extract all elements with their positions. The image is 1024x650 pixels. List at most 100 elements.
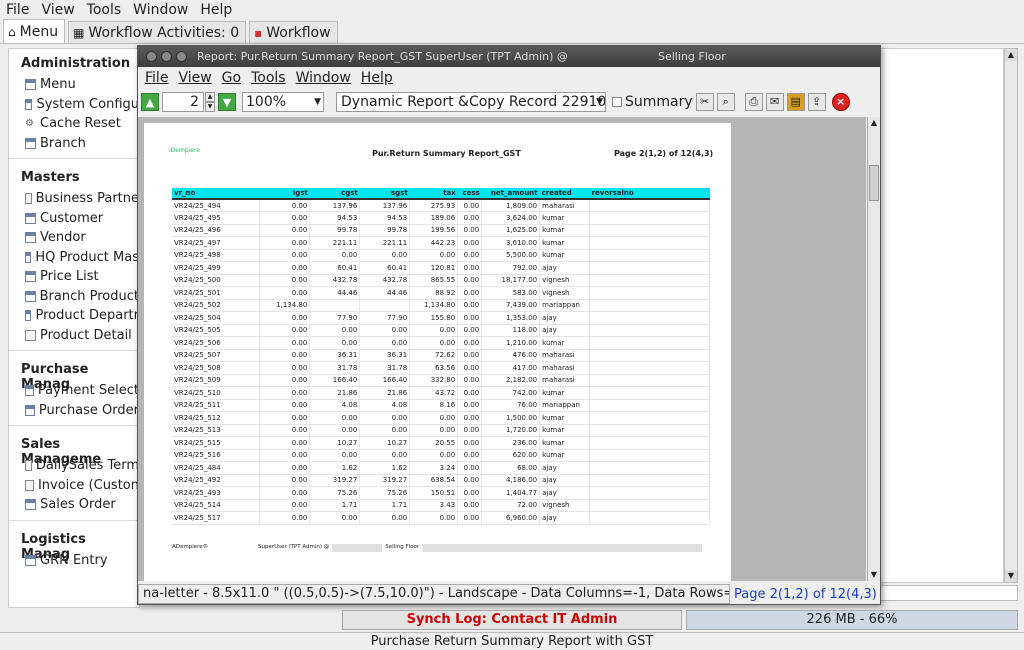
sidebar-item[interactable]: ⚙ Cache Reset xyxy=(9,114,139,134)
sidebar-item-label: Branch xyxy=(40,135,86,151)
close-report-icon[interactable]: × xyxy=(831,93,850,111)
sidebar-item[interactable]: Customer xyxy=(9,209,139,229)
table-cell-net-amount: 6,960.00 xyxy=(481,511,541,525)
table-cell-cess: 0.00 xyxy=(457,436,483,450)
minimize-window-icon[interactable] xyxy=(161,51,172,62)
report-menu-help[interactable]: Help xyxy=(356,70,398,86)
table-row: VR24/25_512 0.00 0.00 0.00 0.00 0.00 1,500.00 k… xyxy=(172,411,710,425)
table-cell-tax: 0.00 xyxy=(409,449,459,462)
tab-workflow[interactable]: ▪ Workflow xyxy=(249,21,338,43)
menu-help[interactable]: Help xyxy=(194,2,238,18)
sidebar-section-title[interactable]: Purchase Manag xyxy=(9,355,139,392)
report-menu-view[interactable]: View xyxy=(173,70,216,86)
print-icon[interactable]: ⎙ xyxy=(744,93,763,111)
scroll-up-icon[interactable]: ▲ xyxy=(868,117,880,129)
column-header-created: created xyxy=(539,188,590,200)
menu-file[interactable]: File xyxy=(0,2,35,18)
page-spinner[interactable]: ▲ ▼ xyxy=(205,92,215,112)
close-window-icon[interactable] xyxy=(146,51,157,62)
sidebar-item[interactable]: HQ Product Mas xyxy=(9,248,139,268)
scroll-down-icon[interactable]: ▼ xyxy=(1005,570,1017,582)
tab-menu[interactable]: ⌂ Menu xyxy=(3,19,66,43)
table-cell-cgst: 0.00 xyxy=(309,411,361,425)
window-icon xyxy=(25,79,36,91)
send-mail-icon[interactable]: ✉ xyxy=(765,93,784,111)
checkbox-icon[interactable] xyxy=(612,97,622,107)
sidebar-item[interactable]: Branch xyxy=(9,134,139,154)
table-cell-cgst: 0.00 xyxy=(309,424,361,437)
summary-checkbox[interactable]: Summary xyxy=(612,94,693,110)
sidebar-section-title[interactable]: Sales Manageme xyxy=(9,430,139,467)
sidebar-item-label: HQ Product Mas xyxy=(35,249,139,265)
report-menu-window[interactable]: Window xyxy=(291,70,356,86)
previous-page-icon[interactable]: ▲ xyxy=(141,93,159,111)
table-cell-sgst: 1.62 xyxy=(359,461,411,475)
sidebar-item[interactable]: Product Departr xyxy=(9,306,139,326)
table-cell-tax: 199.56 xyxy=(409,224,459,237)
sidebar-section-title[interactable]: Logistics Manag xyxy=(9,525,139,562)
table-cell-tax: 0.00 xyxy=(409,424,459,437)
find-icon[interactable]: ⌕ xyxy=(716,93,735,111)
sidebar-item[interactable]: Branch Product xyxy=(9,287,139,307)
table-icon: ▦ xyxy=(73,25,85,40)
sidebar-item[interactable]: Purchase Order xyxy=(9,401,139,421)
table-cell-igst: 0.00 xyxy=(259,386,311,400)
synch-log-button[interactable]: Synch Log: Contact IT Admin xyxy=(342,610,682,630)
sidebar-item[interactable]: Menu xyxy=(9,75,139,95)
scroll-up-icon[interactable]: ▲ xyxy=(1005,49,1017,61)
sidebar-item-label: Product Departr xyxy=(35,308,139,324)
sidebar-item[interactable]: Business Partne xyxy=(9,189,139,209)
maximize-window-icon[interactable] xyxy=(176,51,187,62)
sidebar-item[interactable]: Sales Order xyxy=(9,495,139,515)
table-cell-created: ajay xyxy=(539,511,591,525)
window-icon xyxy=(25,499,36,511)
table-row: VR24/25_508 0.00 31.78 31.78 63.56 0.00 417.00… xyxy=(172,361,710,375)
menu-tools[interactable]: Tools xyxy=(81,2,128,18)
spin-up-icon[interactable]: ▲ xyxy=(205,92,215,102)
main-vertical-scrollbar[interactable]: ▲ ▼ xyxy=(1004,48,1018,583)
sidebar-item[interactable]: Vendor xyxy=(9,228,139,248)
tab-workflow-label: Workflow xyxy=(266,24,331,41)
column-header-reversalno: reversalno xyxy=(589,188,710,200)
column-header-igst: igst xyxy=(259,188,310,200)
menu-window[interactable]: Window xyxy=(127,2,194,18)
scroll-down-icon[interactable]: ▼ xyxy=(868,569,880,581)
spin-down-icon[interactable]: ▼ xyxy=(205,102,215,112)
main-horizontal-scrollbar[interactable] xyxy=(880,585,1018,601)
tab-workflow-activities[interactable]: ▦ Workflow Activities: 0 xyxy=(68,21,247,43)
table-cell-sgst: 0.00 xyxy=(359,424,411,437)
table-cell-created: vignesh xyxy=(539,499,591,512)
table-cell-igst: 0.00 xyxy=(259,399,311,412)
table-cell-cgst: 432.78 xyxy=(309,274,361,287)
table-cell-cgst: 0.00 xyxy=(309,249,361,262)
sidebar-section-title[interactable]: Masters xyxy=(9,163,139,189)
menu-view[interactable]: View xyxy=(35,2,80,18)
sidebar-item[interactable]: Price List xyxy=(9,267,139,287)
report-type-select[interactable]: Dynamic Report &Copy Record 2291032 ▼ xyxy=(336,92,606,112)
archive-icon[interactable]: ▤ xyxy=(786,93,805,111)
sidebar-item[interactable]: Invoice (Custon xyxy=(9,476,139,496)
report-menu-tools[interactable]: Tools xyxy=(246,70,291,86)
sidebar-item[interactable]: System Configu xyxy=(9,95,139,115)
report-vertical-scrollbar[interactable]: ▲ ▼ xyxy=(867,117,880,581)
table-cell-created: kumar xyxy=(539,336,591,350)
table-row: VR24/25_501 0.00 44.46 44.46 88.92 0.00 583.00… xyxy=(172,286,710,300)
memory-usage[interactable]: 226 MB - 66% xyxy=(686,610,1018,630)
customize-tools-icon[interactable]: ✂ xyxy=(695,93,714,111)
window-icon xyxy=(25,271,36,283)
next-page-icon[interactable]: ▼ xyxy=(218,93,236,111)
sidebar-item-label: Purchase Order xyxy=(38,402,139,418)
sidebar-item-label: Payment Select xyxy=(37,383,139,399)
scroll-thumb[interactable] xyxy=(869,165,879,201)
zoom-select[interactable]: 100% ▼ xyxy=(242,92,324,112)
report-menu-file[interactable]: File xyxy=(140,70,173,86)
table-cell-created: vignesh xyxy=(539,286,591,300)
sidebar-section-title[interactable]: Administration xyxy=(9,49,139,75)
sidebar-item[interactable]: Product Detail xyxy=(9,326,139,346)
page-number-input[interactable]: 2 xyxy=(162,92,204,112)
table-cell-cess: 0.00 xyxy=(457,399,483,412)
status-line: Purchase Return Summary Report with GST xyxy=(0,632,1024,650)
report-menu-go[interactable]: Go xyxy=(217,70,246,86)
export-icon[interactable]: ⇪ xyxy=(807,93,826,111)
document-icon xyxy=(25,460,32,472)
